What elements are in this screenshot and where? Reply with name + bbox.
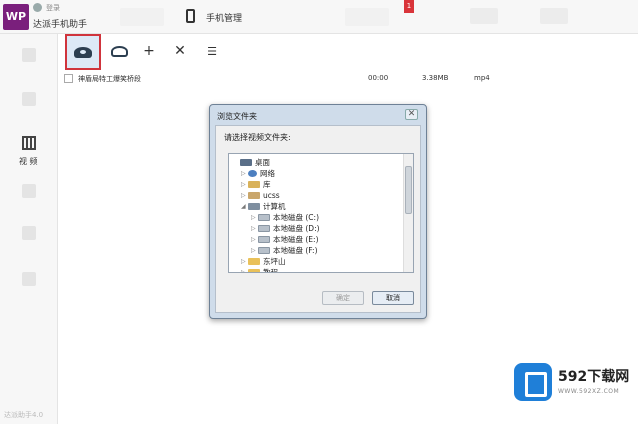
- tree-item-folder-2[interactable]: ▷ 教程: [241, 267, 278, 273]
- sidebar-item-photos-icon[interactable]: [22, 226, 36, 240]
- app-logo: WP: [3, 4, 29, 30]
- export-drive-icon: [110, 45, 128, 57]
- expand-arrow-icon[interactable]: ▷: [251, 236, 258, 243]
- tab-placeholder-2[interactable]: [345, 8, 389, 26]
- tree-item-disk-f[interactable]: ▷ 本地磁盘 (F:): [251, 245, 318, 255]
- film-icon[interactable]: [22, 136, 36, 150]
- title-bar: WP 登录 达派手机助手 手机管理 1: [0, 0, 638, 34]
- tab-placeholder-1[interactable]: [120, 8, 164, 26]
- file-duration: 00:00: [368, 74, 389, 82]
- cancel-button[interactable]: 取消: [372, 291, 414, 305]
- disk-icon: [258, 246, 270, 254]
- delete-button[interactable]: ✕: [164, 36, 196, 66]
- watermark-logo-icon: [514, 363, 552, 401]
- library-icon: [248, 180, 260, 188]
- dialog-body: 请选择视频文件夹: 桌面 ▷ 网络 ▷ 库 ▷ ucss ◢ 计算机 ▷ 本地磁盘 (C:…: [215, 125, 421, 313]
- folder-icon: [248, 268, 260, 272]
- status-bar: 达派助手4.0: [4, 411, 44, 419]
- file-size: 3.38MB: [422, 74, 449, 82]
- disk-icon: [258, 224, 270, 232]
- expand-arrow-icon[interactable]: ▷: [241, 181, 248, 188]
- tab-phone-management-label: 手机管理: [206, 14, 243, 24]
- export-video-button[interactable]: [103, 36, 135, 66]
- tree-item-desktop[interactable]: 桌面: [233, 157, 270, 167]
- collapse-arrow-icon[interactable]: ◢: [241, 203, 248, 210]
- file-name: 神盾局特工爆笑桥段: [78, 75, 141, 83]
- sidebar-item-music-icon[interactable]: [22, 184, 36, 198]
- import-video-button[interactable]: [65, 34, 101, 70]
- tab-phone-management[interactable]: 手机管理: [186, 6, 286, 28]
- tree-item-disk-e[interactable]: ▷ 本地磁盘 (E:): [251, 234, 319, 244]
- file-format: mp4: [474, 74, 490, 82]
- expand-arrow-icon[interactable]: ▷: [241, 170, 248, 177]
- plus-icon: +: [143, 43, 155, 59]
- sidebar-item-contacts-icon[interactable]: [22, 48, 36, 62]
- disk-icon: [258, 213, 270, 221]
- folder-icon: [248, 257, 260, 265]
- close-icon: ✕: [174, 43, 186, 59]
- tree-scroll-thumb[interactable]: [405, 166, 412, 214]
- expand-arrow-icon[interactable]: ▷: [251, 214, 258, 221]
- disk-icon: [258, 235, 270, 243]
- app-title: 达派手机助手: [33, 20, 88, 30]
- window-control-2[interactable]: [540, 8, 568, 24]
- ok-button[interactable]: 确定: [322, 291, 364, 305]
- table-row[interactable]: 神盾局特工爆笑桥段 00:00 3.38MB mp4: [62, 72, 622, 86]
- sidebar-item-files-icon[interactable]: [22, 272, 36, 286]
- notification-badge[interactable]: 1: [404, 0, 414, 13]
- tree-item-network[interactable]: ▷ 网络: [241, 168, 275, 178]
- expand-arrow-icon[interactable]: ▷: [241, 269, 248, 273]
- dialog-prompt: 请选择视频文件夹:: [224, 133, 291, 142]
- user-icon[interactable]: [33, 3, 42, 12]
- watermark-url: WWW.592XZ.COM: [558, 388, 620, 395]
- expand-arrow-icon[interactable]: ▷: [241, 258, 248, 265]
- select-list-button[interactable]: ☰: [196, 36, 228, 66]
- network-icon: [248, 169, 257, 177]
- sidebar: 视 频: [0, 34, 58, 424]
- browse-folder-dialog: 浏览文件夹 ✕ 请选择视频文件夹: 桌面 ▷ 网络 ▷ 库 ▷ ucss ◢ 计算机 ▷…: [209, 104, 427, 319]
- dialog-title: 浏览文件夹: [217, 112, 257, 121]
- computer-icon: [248, 202, 260, 210]
- tree-scrollbar[interactable]: [403, 154, 413, 272]
- phone-icon: [186, 9, 195, 23]
- tree-item-library[interactable]: ▷ 库: [241, 179, 271, 189]
- import-drive-icon: [74, 46, 92, 58]
- folder-tree[interactable]: 桌面 ▷ 网络 ▷ 库 ▷ ucss ◢ 计算机 ▷ 本地磁盘 (C:) ▷ 本地磁盘 (D…: [228, 153, 414, 273]
- checklist-icon: ☰: [207, 44, 217, 58]
- sidebar-item-video-label[interactable]: 视 频: [19, 156, 38, 167]
- expand-arrow-icon[interactable]: ▷: [251, 247, 258, 254]
- add-button[interactable]: +: [133, 36, 165, 66]
- watermark-text: 592下载网: [558, 369, 630, 385]
- tree-item-folder-1[interactable]: ▷ 东坪山: [241, 256, 286, 266]
- toolbar: + ✕ ☰: [58, 34, 638, 70]
- login-link[interactable]: 登录: [46, 3, 60, 13]
- user-folder-icon: [248, 191, 260, 199]
- tree-item-user[interactable]: ▷ ucss: [241, 190, 280, 200]
- sidebar-item-apps-icon[interactable]: [22, 92, 36, 106]
- tree-item-disk-d[interactable]: ▷ 本地磁盘 (D:): [251, 223, 320, 233]
- desktop-icon: [240, 158, 252, 166]
- window-control-1[interactable]: [470, 8, 498, 24]
- expand-arrow-icon[interactable]: ▷: [241, 192, 248, 199]
- row-checkbox[interactable]: [64, 74, 73, 83]
- tree-item-disk-c[interactable]: ▷ 本地磁盘 (C:): [251, 212, 319, 222]
- expand-arrow-icon[interactable]: ▷: [251, 225, 258, 232]
- tree-item-computer[interactable]: ◢ 计算机: [241, 201, 286, 211]
- dialog-close-button[interactable]: ✕: [405, 109, 418, 120]
